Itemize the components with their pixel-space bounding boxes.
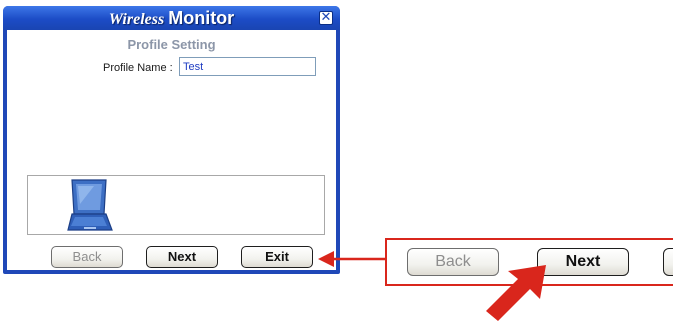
close-icon: ✕: [320, 10, 332, 25]
pointer-arrow-icon: [486, 265, 546, 321]
section-heading: Profile Setting: [127, 37, 216, 52]
exit-button[interactable]: Exit: [241, 246, 313, 268]
window-title: Wireless Monitor: [3, 8, 340, 29]
profile-name-label: Profile Name :: [103, 62, 173, 74]
profile-name-input[interactable]: [179, 57, 316, 76]
title-brand: Wireless: [108, 11, 165, 28]
callout-connector-arrow: [318, 251, 388, 267]
wireless-monitor-window: Wireless Monitor ✕ Profile Setting Profil…: [3, 6, 340, 274]
back-button[interactable]: Back: [51, 246, 123, 268]
laptop-icon: [67, 179, 113, 231]
zoom-exit-button-partial: [663, 248, 673, 276]
next-button[interactable]: Next: [146, 246, 218, 268]
title-product: Monitor: [168, 8, 235, 28]
dialog-body: Profile Setting Profile Name : Back Next…: [7, 30, 336, 270]
image-panel: [27, 175, 325, 235]
close-button[interactable]: ✕: [319, 11, 333, 25]
title-bar[interactable]: Wireless Monitor ✕: [3, 6, 340, 30]
